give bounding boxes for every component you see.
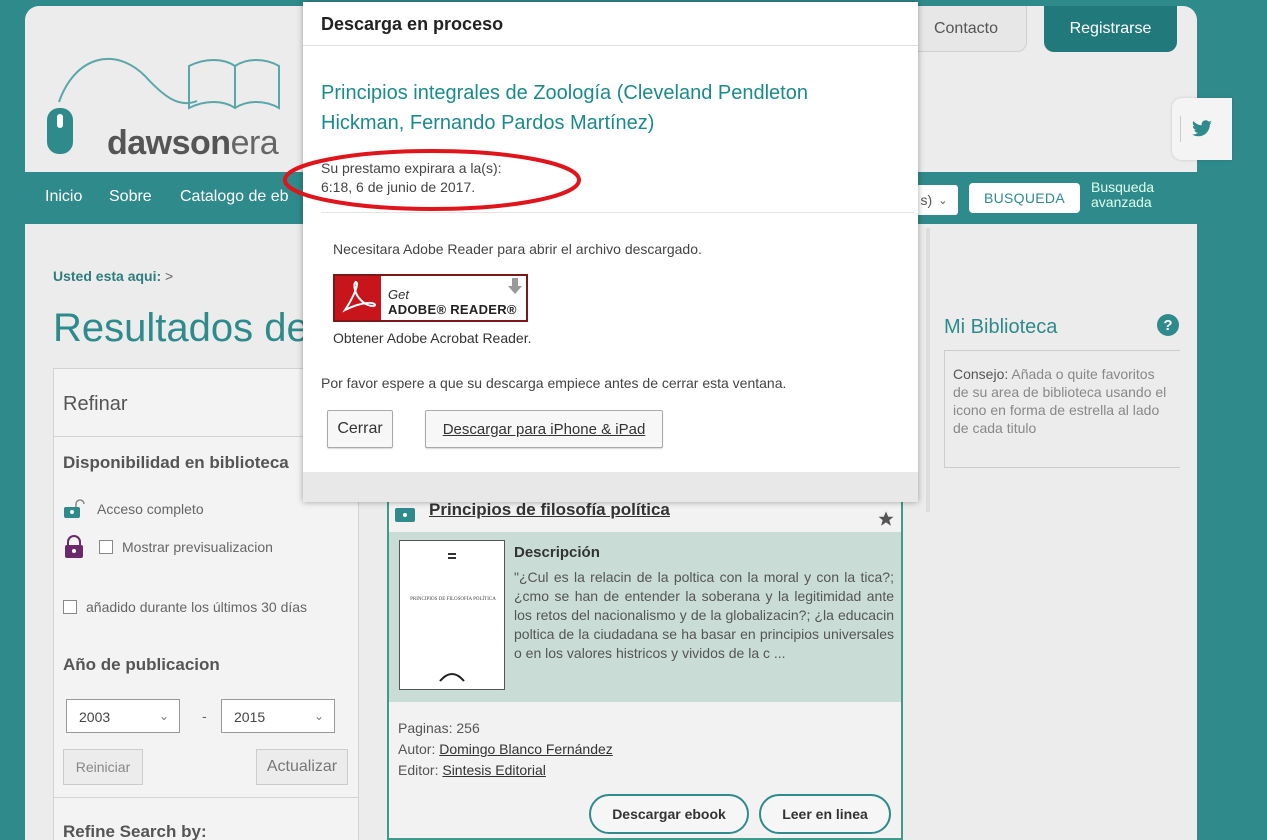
description-box: PRINCIPIOS DE FILOSOFÍA POLÍTICA Descrip… (389, 532, 901, 702)
star-favorite-icon[interactable] (877, 510, 895, 528)
preview-checkbox[interactable] (99, 540, 113, 554)
adobe-get-text: Get (388, 287, 409, 302)
unlocked-icon (64, 499, 85, 518)
publisher-link[interactable]: Sintesis Editorial (442, 762, 546, 778)
nav-inicio[interactable]: Inicio (45, 188, 82, 206)
adobe-logo-icon (335, 276, 381, 320)
wait-message: Por favor espere a que su descarga empie… (321, 375, 787, 391)
twitter-button[interactable] (1172, 98, 1232, 160)
year-from-select[interactable]: 2003 ⌄ (66, 699, 180, 733)
nav-catalogo[interactable]: Catalogo de eb (180, 188, 289, 206)
library-tip: Consejo: Añada o quite favoritos de su a… (944, 350, 1180, 468)
breadcrumb: Usted esta aqui: > (53, 268, 174, 284)
refine-by-section: Refine Search by: (54, 797, 358, 840)
register-button[interactable]: Registrarse (1044, 6, 1177, 52)
book-cover[interactable]: PRINCIPIOS DE FILOSOFÍA POLÍTICA (399, 540, 505, 690)
download-dialog: Descarga en proceso Principios integrale… (303, 2, 918, 502)
read-online-button[interactable]: Leer en linea (759, 794, 891, 834)
book-cover-title: PRINCIPIOS DE FILOSOFÍA POLÍTICA (410, 597, 496, 602)
divider (1180, 116, 1181, 142)
chevron-down-icon: ⌄ (313, 709, 324, 723)
dialog-title: Descarga en proceso (303, 2, 918, 46)
refine-by-title: Refine Search by: (63, 822, 207, 840)
year-to-select[interactable]: 2015 ⌄ (221, 699, 335, 733)
reader-required-text: Necesitara Adobe Reader para abrir el ar… (333, 241, 702, 257)
download-arrow-icon (508, 278, 522, 294)
help-icon[interactable]: ? (1157, 314, 1179, 336)
chevron-down-icon: ⌄ (938, 194, 948, 207)
dialog-footer (303, 472, 918, 502)
author-line: Autor: Domingo Blanco Fernández (398, 741, 613, 757)
publisher-line: Editor: Sintesis Editorial (398, 762, 546, 778)
dialog-book-title: Principios integrales de Zoología (Cleve… (321, 82, 808, 134)
book-cover-art-icon (439, 553, 465, 682)
result-title-link[interactable]: Principios de filosofía política (429, 500, 670, 520)
advanced-search-link[interactable]: Busqueda avanzada (1091, 180, 1154, 210)
author-link[interactable]: Domingo Blanco Fernández (439, 741, 613, 757)
year-title: Año de publicacion (63, 655, 220, 674)
obtain-reader-text: Obtener Adobe Acrobat Reader. (333, 330, 532, 346)
availability-title: Disponibilidad en biblioteca (63, 453, 289, 472)
loan-expiry: Su prestamo expirara a la(s): 6:18, 6 de… (321, 160, 502, 195)
logo-text: dawsonera (107, 124, 279, 162)
preview-filter[interactable]: Mostrar previsualizacion (63, 535, 273, 559)
close-button[interactable]: Cerrar (327, 410, 393, 448)
nav-sobre[interactable]: Sobre (109, 188, 152, 206)
recent-checkbox[interactable] (63, 600, 77, 614)
year-range-dash: - (202, 708, 207, 724)
result-card: Principios de filosofía política PRINCIP… (387, 498, 903, 840)
description-text: "¿Cul es la relacin de la poltica con la… (514, 569, 894, 661)
scrollbar-strip (926, 228, 930, 512)
download-ebook-button[interactable]: Descargar ebook (589, 794, 749, 834)
pages-count: Paginas: 256 (398, 720, 480, 736)
locked-icon (65, 535, 83, 558)
recent-filter[interactable]: añadido durante los últimos 30 días (63, 599, 307, 615)
twitter-bird-icon (1192, 120, 1212, 137)
adobe-reader-text: ADOBE® READER® (388, 302, 517, 317)
description-heading: Descripción (514, 544, 600, 561)
full-access-filter[interactable]: Acceso completo (63, 499, 204, 519)
contact-button[interactable]: Contacto (905, 6, 1027, 52)
update-button[interactable]: Actualizar (256, 749, 348, 785)
page-title: Resultados de (53, 306, 309, 350)
dawsonera-logo[interactable]: dawsonera (45, 46, 305, 166)
chevron-down-icon: ⌄ (158, 709, 169, 723)
get-adobe-reader-badge[interactable]: Get ADOBE® READER® (333, 274, 528, 322)
reset-button[interactable]: Reiniciar (63, 749, 143, 785)
access-lock-icon (395, 508, 415, 522)
divider (321, 212, 914, 213)
search-button[interactable]: BUSQUEDA (969, 183, 1080, 213)
my-library-title: Mi Biblioteca (944, 316, 1058, 338)
download-ios-button[interactable]: Descargar para iPhone & iPad (425, 410, 663, 448)
